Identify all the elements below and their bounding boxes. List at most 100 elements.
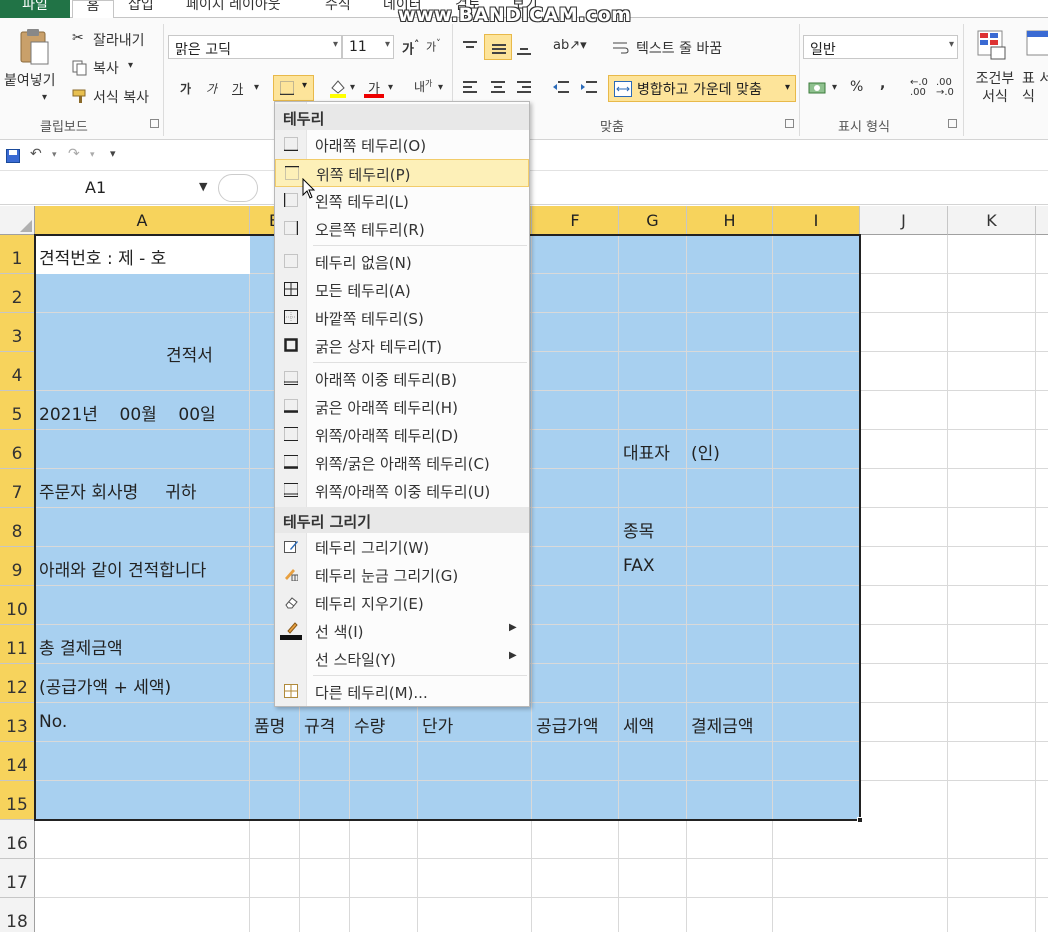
decrease-font-icon[interactable]: 가˅	[426, 38, 441, 55]
cell-a1[interactable]: 견적번호 : 제 - 호	[39, 244, 166, 269]
border-button[interactable]: ▾	[273, 75, 314, 101]
cell-c13[interactable]: 규격	[304, 712, 335, 737]
column-header-h[interactable]: H	[687, 206, 773, 235]
row-header-6[interactable]: 6	[0, 430, 35, 469]
undo-icon[interactable]: ↶	[30, 146, 42, 162]
merge-center-button[interactable]: 병합하고 가운데 맞춤 ▾	[608, 75, 796, 102]
cell-g13[interactable]: 세액	[623, 712, 654, 737]
row-header-7[interactable]: 7	[0, 469, 35, 508]
cell-a5[interactable]: 2021년 00월 00일	[39, 400, 216, 425]
tab-home[interactable]: 홈	[72, 0, 114, 18]
underline-button[interactable]: 가	[232, 80, 243, 97]
row-header-14[interactable]: 14	[0, 742, 35, 781]
tab-insert[interactable]: 삽입	[128, 0, 154, 18]
row-header-12[interactable]: 12	[0, 664, 35, 703]
tab-file[interactable]: 파일	[0, 0, 70, 18]
cell-a7[interactable]: 주문자 회사명 귀하	[39, 478, 197, 503]
copy-button[interactable]: 복사	[93, 58, 119, 78]
menu-item-top-double-bottom-border[interactable]: 위쪽/아래쪽 이중 테두리(U)	[275, 477, 529, 505]
menu-item-right-border[interactable]: 오른쪽 테두리(R)	[275, 215, 529, 243]
paste-button[interactable]: 붙여넣기	[4, 70, 56, 90]
column-header-g[interactable]: G	[619, 206, 687, 235]
menu-item-draw-border[interactable]: 테두리 그리기(W)	[275, 533, 529, 561]
underline-dropdown-icon[interactable]: ▾	[254, 82, 259, 93]
menu-item-more-borders[interactable]: 다른 테두리(M)...	[275, 678, 529, 706]
menu-item-bottom-double-border[interactable]: 아래쪽 이중 테두리(B)	[275, 365, 529, 393]
fill-color-icon[interactable]	[328, 78, 348, 98]
name-box[interactable]: A1	[0, 176, 215, 200]
increase-decimal-icon[interactable]: ←.0.00	[910, 78, 928, 98]
menu-item-line-color[interactable]: 선 색(I) ▶	[275, 617, 529, 645]
menu-item-no-border[interactable]: 테두리 없음(N)	[275, 248, 529, 276]
menu-item-all-borders[interactable]: 모든 테두리(A)	[275, 276, 529, 304]
row-header-10[interactable]: 10	[0, 586, 35, 625]
cell-f13[interactable]: 공급가액	[536, 712, 599, 737]
row-header-5[interactable]: 5	[0, 391, 35, 430]
conditional-format-icon[interactable]	[977, 30, 1007, 60]
column-header-a[interactable]: A	[35, 206, 250, 235]
table-format-icon[interactable]	[1026, 30, 1048, 60]
fill-color-dropdown-icon[interactable]: ▾	[350, 82, 355, 93]
menu-item-top-thick-bottom-border[interactable]: 위쪽/굵은 아래쪽 테두리(C)	[275, 449, 529, 477]
row-header-13[interactable]: 13	[0, 703, 35, 742]
save-icon[interactable]	[6, 149, 20, 163]
menu-item-outside-borders[interactable]: 바깥쪽 테두리(S)	[275, 304, 529, 332]
menu-item-draw-border-grid[interactable]: 테두리 눈금 그리기(G)	[275, 561, 529, 589]
select-all-button[interactable]	[0, 206, 35, 235]
fill-handle[interactable]	[857, 817, 863, 823]
cell-d13[interactable]: 수량	[354, 712, 385, 737]
row-header-9[interactable]: 9	[0, 547, 35, 586]
align-bottom-icon[interactable]	[516, 42, 532, 56]
cell-a11[interactable]: 총 결제금액	[39, 634, 123, 659]
undo-dropdown-icon[interactable]: ▾	[52, 150, 57, 160]
column-header-i[interactable]: I	[773, 206, 860, 235]
increase-font-icon[interactable]: 가˄	[402, 38, 419, 57]
name-box-dropdown-icon[interactable]: ▼	[199, 180, 207, 193]
decrease-decimal-icon[interactable]: .00 →.0	[936, 78, 954, 98]
tab-formulas[interactable]: 수식	[325, 0, 351, 18]
orientation-icon[interactable]: ab↗▾	[553, 38, 587, 53]
row-header-8[interactable]: 8	[0, 508, 35, 547]
cell-a3[interactable]: 견적서	[166, 341, 213, 366]
column-header-k[interactable]: K	[948, 206, 1036, 235]
cut-icon[interactable]: ✂	[72, 30, 84, 46]
redo-icon[interactable]: ↷	[68, 146, 80, 162]
align-left-icon[interactable]	[462, 80, 478, 94]
cut-button[interactable]: 잘라내기	[93, 30, 145, 50]
font-size-combo[interactable]: 11 ▾	[342, 35, 394, 59]
cell-a12[interactable]: (공급가액 + 세액)	[39, 673, 171, 698]
row-header-4[interactable]: 4	[0, 352, 35, 391]
percent-button[interactable]: %	[850, 79, 863, 95]
row-header-16[interactable]: 16	[0, 820, 35, 859]
number-launcher-icon[interactable]	[948, 119, 957, 128]
cell-g6[interactable]: 대표자	[623, 439, 670, 464]
cell-g9[interactable]: FAX	[623, 556, 655, 576]
cell-a9[interactable]: 아래와 같이 견적합니다	[39, 556, 206, 581]
format-painter-icon[interactable]	[72, 88, 90, 104]
menu-item-thick-bottom-border[interactable]: 굵은 아래쪽 테두리(H)	[275, 393, 529, 421]
column-header-l[interactable]	[1036, 206, 1048, 235]
tab-page-layout[interactable]: 페이지 레이아웃	[186, 0, 281, 18]
row-header-2[interactable]: 2	[0, 274, 35, 313]
align-middle-button[interactable]	[484, 34, 512, 60]
row-header-1[interactable]: 1	[0, 235, 35, 274]
alignment-launcher-icon[interactable]	[785, 119, 794, 128]
row-header-18[interactable]: 18	[0, 898, 35, 932]
font-color-dropdown-icon[interactable]: ▾	[388, 82, 393, 93]
cell-b13[interactable]: 품명	[254, 712, 285, 737]
formula-bar-resize-handle[interactable]	[218, 174, 258, 202]
redo-dropdown-icon[interactable]: ▾	[90, 150, 95, 160]
clipboard-launcher-icon[interactable]	[150, 119, 159, 128]
wrap-text-icon[interactable]	[612, 40, 630, 56]
row-header-17[interactable]: 17	[0, 859, 35, 898]
paste-dropdown-icon[interactable]: ▾	[42, 92, 47, 103]
cell-h13[interactable]: 결제금액	[691, 712, 754, 737]
menu-item-bottom-border[interactable]: 아래쪽 테두리(O)	[275, 131, 529, 159]
align-top-icon[interactable]	[462, 40, 478, 54]
increase-indent-icon[interactable]	[580, 80, 598, 94]
align-center-icon[interactable]	[490, 80, 506, 94]
wrap-text-button[interactable]: 텍스트 줄 바꿈	[636, 38, 722, 58]
row-header-15[interactable]: 15	[0, 781, 35, 820]
cell-a13[interactable]: No.	[39, 712, 67, 732]
phonetic-icon[interactable]: 내가	[414, 78, 432, 95]
